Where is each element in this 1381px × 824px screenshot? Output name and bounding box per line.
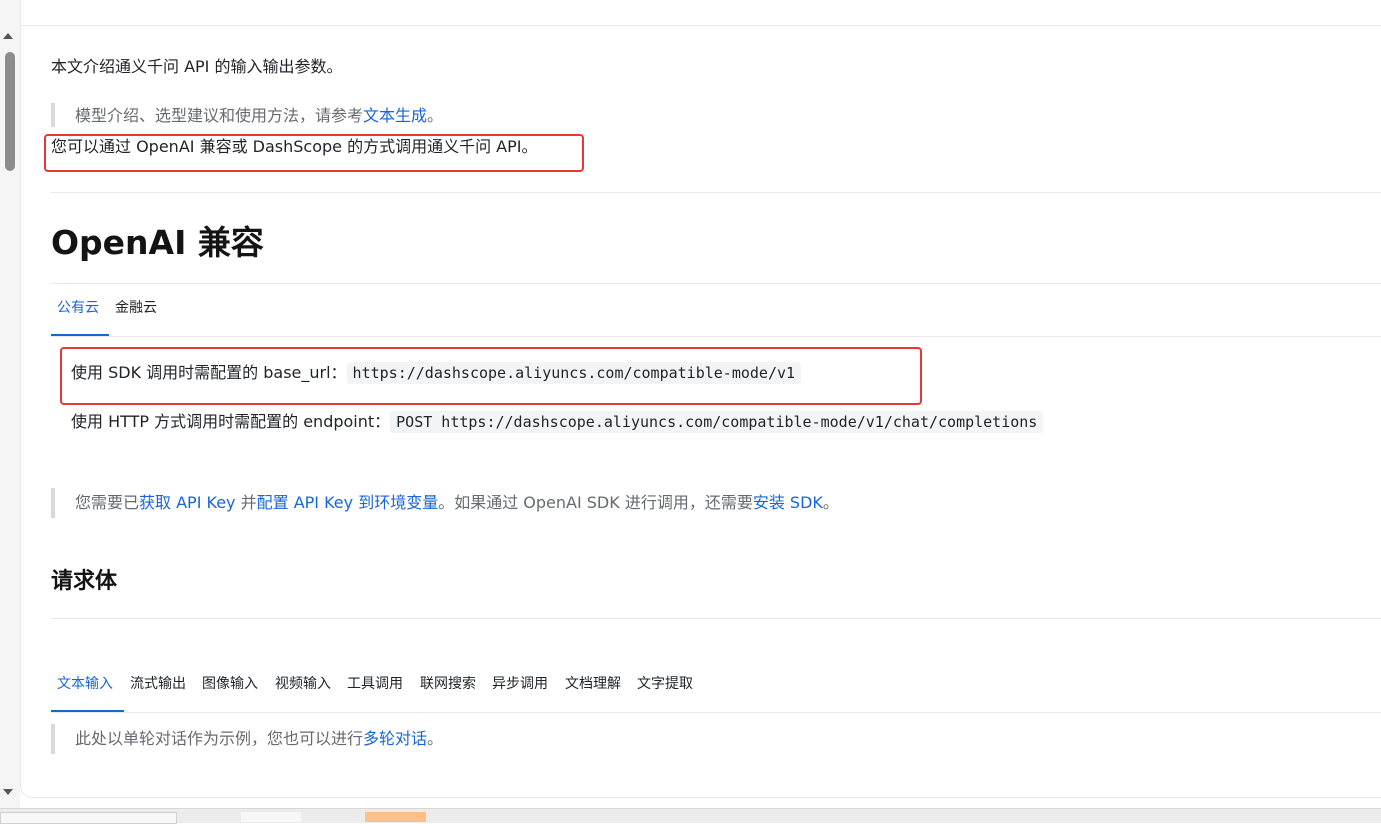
bottom-tab[interactable] bbox=[0, 812, 177, 824]
endpoint-code[interactable]: POST https://dashscope.aliyuncs.com/comp… bbox=[390, 411, 1044, 433]
bottom-tab-highlighted[interactable] bbox=[365, 812, 426, 822]
note-bar bbox=[51, 488, 55, 518]
scroll-up-arrow-icon[interactable] bbox=[3, 33, 13, 39]
section-title-request-body: 请求体 bbox=[51, 569, 118, 594]
highlight-box-methods bbox=[44, 134, 584, 172]
tabs-bottom-divider bbox=[51, 712, 1381, 713]
note-bar bbox=[51, 724, 55, 754]
tab-image-input[interactable]: 图像输入 bbox=[202, 674, 258, 694]
multi-turn-note: 此处以单轮对话作为示例，您也可以进行多轮对话。 bbox=[75, 729, 444, 748]
tab-doc-understanding[interactable]: 文档理解 bbox=[565, 674, 621, 694]
tab-async-call[interactable]: 异步调用 bbox=[492, 674, 548, 694]
bottom-bar bbox=[0, 808, 1381, 823]
scroll-down-arrow-icon[interactable] bbox=[3, 789, 13, 795]
tab-public-cloud[interactable]: 公有云 bbox=[57, 298, 99, 318]
tab-text-extraction[interactable]: 文字提取 bbox=[637, 674, 693, 694]
section-divider bbox=[51, 618, 1381, 619]
configure-env-link[interactable]: 配置 API Key 到环境变量 bbox=[257, 493, 439, 512]
install-sdk-link[interactable]: 安装 SDK bbox=[753, 493, 823, 512]
tab-web-search[interactable]: 联网搜索 bbox=[420, 674, 476, 694]
multi-turn-link[interactable]: 多轮对话 bbox=[363, 729, 427, 748]
text-generation-link[interactable]: 文本生成 bbox=[363, 106, 427, 125]
note-bar bbox=[51, 103, 55, 127]
tab-text-input[interactable]: 文本输入 bbox=[57, 674, 113, 694]
get-api-key-link[interactable]: 获取 API Key bbox=[139, 493, 236, 512]
tabs-bottom-divider bbox=[51, 336, 1381, 337]
tab-stream-output[interactable]: 流式输出 bbox=[130, 674, 186, 694]
api-key-note: 您需要已获取 API Key 并配置 API Key 到环境变量。如果通过 Op… bbox=[75, 493, 839, 512]
scrollbar-thumb[interactable] bbox=[5, 52, 15, 171]
section-title-openai: OpenAI 兼容 bbox=[51, 223, 264, 262]
intro-text: 本文介绍通义千问 API 的输入输出参数。 bbox=[51, 57, 343, 76]
tabs-top-divider bbox=[51, 283, 1381, 284]
http-config-line: 使用 HTTP 方式调用时需配置的 endpoint： POST https://… bbox=[71, 410, 1044, 434]
tab-finance-cloud[interactable]: 金融云 bbox=[115, 298, 157, 318]
bottom-tab[interactable] bbox=[241, 812, 301, 822]
tab-tool-calling[interactable]: 工具调用 bbox=[347, 674, 403, 694]
section-divider bbox=[51, 192, 1381, 193]
tab-video-input[interactable]: 视频输入 bbox=[275, 674, 331, 694]
intro-note: 模型介绍、选型建议和使用方法，请参考文本生成。 bbox=[75, 106, 444, 125]
top-divider bbox=[20, 25, 1381, 26]
highlight-box-base-url bbox=[60, 347, 922, 405]
